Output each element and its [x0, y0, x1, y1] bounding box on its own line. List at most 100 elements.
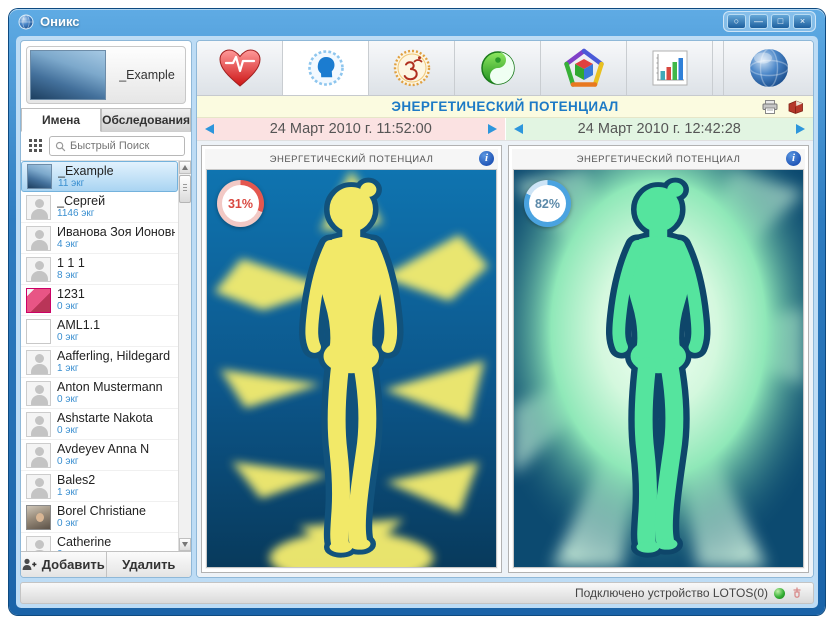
- energy-percent-value: 31%: [222, 185, 259, 222]
- comparison-area: ЭНЕРГЕТИЧЕСКИЙ ПОТЕНЦИАЛ i: [197, 141, 813, 577]
- book-icon[interactable]: [787, 100, 804, 114]
- patient-row[interactable]: Catherine 0 экг: [21, 533, 178, 551]
- usb-device-icon[interactable]: [791, 587, 803, 599]
- prev-date-right-arrow[interactable]: [514, 124, 523, 134]
- prev-date-left-arrow[interactable]: [205, 124, 214, 134]
- patient-row[interactable]: _Example 11 экг: [21, 161, 178, 192]
- search-input[interactable]: [70, 140, 179, 152]
- date-bar-right: 24 Март 2010 г. 12:42:28: [506, 118, 814, 140]
- patient-thumbnail: [26, 288, 51, 313]
- next-date-right-arrow[interactable]: [796, 124, 805, 134]
- patient-name: Aafferling, Hildegard: [57, 349, 170, 363]
- left-exam-date: 24 Март 2010 г. 11:52:00: [214, 121, 488, 137]
- patient-row[interactable]: Иванова Зоя Ионовна 4 экг: [21, 223, 178, 254]
- patient-row[interactable]: AML1.1 0 экг: [21, 316, 178, 347]
- grid-view-icon[interactable]: [29, 139, 43, 153]
- bar-chart-icon: [652, 50, 688, 86]
- tab-pentagon-cube[interactable]: [541, 41, 627, 95]
- info-icon[interactable]: i: [786, 151, 801, 166]
- patient-name: Borel Christiane: [57, 504, 146, 518]
- current-patient-photo: [30, 50, 106, 100]
- tab-head-profile[interactable]: [283, 41, 369, 95]
- patient-row[interactable]: Anton Mustermann 0 экг: [21, 378, 178, 409]
- minimize-button[interactable]: —: [749, 14, 768, 29]
- patient-row[interactable]: 1 1 1 8 экг: [21, 254, 178, 285]
- patient-thumbnail: [26, 474, 51, 499]
- patient-thumbnail: [26, 350, 51, 375]
- search-row: [21, 132, 191, 160]
- patient-row[interactable]: Ashstarte Nakota 0 экг: [21, 409, 178, 440]
- window-title: Оникс: [40, 14, 80, 29]
- patient-name: _Example: [58, 164, 114, 178]
- patient-row[interactable]: Avdeyev Anna N 0 экг: [21, 440, 178, 471]
- viz-title-left: ЭНЕРГЕТИЧЕСКИЙ ПОТЕНЦИАЛ: [206, 154, 497, 165]
- pentagon-cube-icon: [563, 47, 605, 89]
- patient-row[interactable]: _Сергей 1146 экг: [21, 192, 178, 223]
- patient-row[interactable]: Borel Christiane 0 экг: [21, 502, 178, 533]
- patient-ecg-count: 4 экг: [57, 239, 175, 251]
- tab-bar-chart[interactable]: [627, 41, 713, 95]
- tab-globe[interactable]: [723, 41, 813, 95]
- tab-examinations[interactable]: Обследования: [101, 108, 191, 132]
- patient-name: Иванова Зоя Ионовна: [57, 225, 175, 239]
- patient-thumbnail: [26, 505, 51, 530]
- viz-title-right: ЭНЕРГЕТИЧЕСКИЙ ПОТЕНЦИАЛ: [513, 154, 804, 165]
- patient-thumbnail: [26, 226, 51, 251]
- device-status-text: Подключено устройство LOTOS(0): [575, 586, 768, 600]
- printer-icon[interactable]: [762, 100, 778, 114]
- aura-image-left: 31%: [206, 169, 497, 568]
- patient-name: Bales2: [57, 473, 95, 487]
- patient-row[interactable]: 1231 0 экг: [21, 285, 178, 316]
- window-body: _Example Имена Обследования: [16, 36, 818, 608]
- scroll-up-button[interactable]: [179, 161, 191, 174]
- patient-row[interactable]: Aafferling, Hildegard 1 экг: [21, 347, 178, 378]
- title-bar: Оникс ○ — □ ×: [9, 9, 825, 34]
- next-date-left-arrow[interactable]: [488, 124, 497, 134]
- mode-tabbar: [197, 41, 813, 96]
- patient-thumbnail: [26, 319, 51, 344]
- app-window: Оникс ○ — □ × _Example Имена Обслед: [9, 9, 825, 615]
- yin-yang-icon: [478, 48, 518, 88]
- patient-name: Ashstarte Nakota: [57, 411, 153, 425]
- patient-list-scrollbar: [178, 161, 191, 551]
- patient-list: _Example 11 экг _Сергей 1146 экг: [21, 160, 191, 551]
- tab-yin-yang[interactable]: [455, 41, 541, 95]
- viz-header-left: ЭНЕРГЕТИЧЕСКИЙ ПОТЕНЦИАЛ i: [206, 150, 497, 169]
- scroll-up-icon: [182, 165, 188, 170]
- head-profile-icon: [306, 48, 346, 88]
- dates-row: 24 Март 2010 г. 11:52:00 24 Март 2010 г.…: [197, 118, 813, 141]
- scroll-down-icon: [182, 542, 188, 547]
- heart-ecg-icon: [218, 48, 262, 88]
- energy-percent-badge: 82%: [524, 180, 571, 227]
- energy-percent-badge: 31%: [217, 180, 264, 227]
- patient-ecg-count: 0 экг: [57, 332, 100, 344]
- patient-ecg-count: 8 экг: [57, 270, 85, 282]
- scroll-down-button[interactable]: [179, 538, 191, 551]
- patient-ecg-count: 0 экг: [57, 301, 85, 313]
- patient-ecg-count: 11 экг: [58, 178, 114, 190]
- patient-ecg-count: 0 экг: [57, 549, 111, 551]
- add-person-icon: [22, 558, 37, 571]
- info-icon[interactable]: i: [479, 151, 494, 166]
- close-button[interactable]: ×: [793, 14, 812, 29]
- maximize-button[interactable]: □: [771, 14, 790, 29]
- tab-heart[interactable]: [197, 41, 283, 95]
- patient-thumbnail: [26, 443, 51, 468]
- tab-om[interactable]: [369, 41, 455, 95]
- patient-row[interactable]: Bales2 1 экг: [21, 471, 178, 502]
- session-button[interactable]: ○: [727, 14, 746, 29]
- patient-ecg-count: 0 экг: [57, 394, 163, 406]
- patient-ecg-count: 1146 экг: [57, 208, 105, 220]
- patient-name: Catherine: [57, 535, 111, 549]
- scrollbar-thumb[interactable]: [179, 175, 191, 203]
- status-bar: Подключено устройство LOTOS(0): [20, 582, 814, 604]
- app-page: Оникс ○ — □ × _Example Имена Обслед: [0, 0, 834, 624]
- add-patient-button[interactable]: Добавить: [21, 552, 107, 577]
- om-icon: [392, 48, 432, 88]
- patient-name: Avdeyev Anna N: [57, 442, 149, 456]
- tab-names[interactable]: Имена: [21, 108, 101, 132]
- patient-name: 1231: [57, 287, 85, 301]
- patient-thumbnail: [26, 257, 51, 282]
- add-patient-label: Добавить: [42, 557, 105, 572]
- delete-patient-button[interactable]: Удалить: [107, 552, 192, 577]
